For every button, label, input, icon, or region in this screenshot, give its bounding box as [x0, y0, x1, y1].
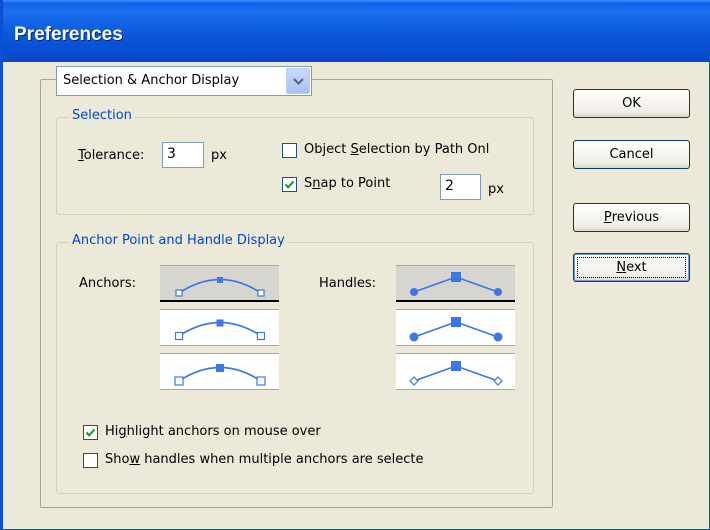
- anchor-display-group-legend: Anchor Point and Handle Display: [69, 233, 288, 248]
- chevron-down-icon[interactable]: [286, 68, 310, 94]
- title-bar[interactable]: Preferences: [3, 0, 710, 62]
- snap-distance-unit: px: [488, 182, 504, 197]
- anchor-style-option-small[interactable]: [160, 265, 279, 302]
- anchors-label: Anchors:: [79, 276, 136, 291]
- pane-selector-value: Selection & Anchor Display: [63, 73, 240, 88]
- snap-distance-input[interactable]: 2: [440, 174, 481, 200]
- anchor-style-option-medium[interactable]: [160, 309, 279, 346]
- object-selection-label[interactable]: Object Selection by Path Onl: [304, 142, 489, 157]
- highlight-anchors-label[interactable]: Highlight anchors on mouse over: [105, 424, 321, 439]
- preferences-dialog: Preferences Selection & Anchor Display S…: [0, 0, 710, 530]
- snap-to-point-label[interactable]: Snap to Point: [304, 176, 390, 191]
- handle-style-option-diamonds[interactable]: [396, 353, 515, 390]
- highlight-anchors-checkbox[interactable]: [83, 425, 98, 440]
- selection-group: [56, 117, 534, 215]
- anchor-style-option-large[interactable]: [160, 353, 279, 390]
- snap-to-point-checkbox[interactable]: [282, 177, 297, 192]
- handle-style-option-dots[interactable]: [396, 265, 515, 302]
- tolerance-label: Tolerance:: [78, 148, 145, 163]
- ok-button[interactable]: OK: [573, 89, 690, 118]
- pane-selector-dropdown[interactable]: Selection & Anchor Display: [56, 66, 312, 96]
- handle-style-option-large-dots[interactable]: [396, 309, 515, 346]
- window-title: Preferences: [14, 24, 123, 45]
- cancel-button[interactable]: Cancel: [573, 140, 690, 169]
- tolerance-input[interactable]: 3: [162, 142, 204, 168]
- show-handles-label[interactable]: Show handles when multiple anchors are s…: [105, 452, 423, 467]
- next-button[interactable]: Next: [573, 253, 690, 282]
- handles-label: Handles:: [319, 276, 376, 291]
- object-selection-checkbox[interactable]: [282, 143, 297, 158]
- tolerance-unit: px: [211, 148, 227, 163]
- selection-group-legend: Selection: [69, 108, 135, 123]
- previous-button[interactable]: Previous: [573, 203, 690, 232]
- show-handles-checkbox[interactable]: [83, 453, 98, 468]
